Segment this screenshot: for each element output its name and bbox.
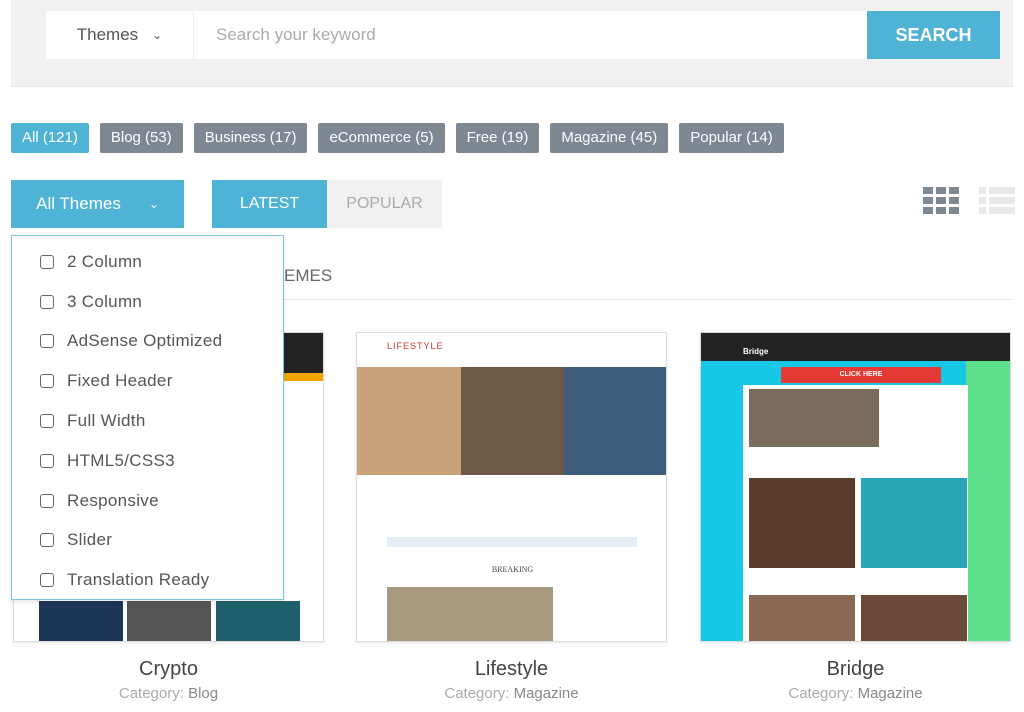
checkbox[interactable] [40,374,54,389]
category-tags: All (121) Blog (53) Business (17) eComme… [11,123,784,153]
checkbox[interactable] [40,453,54,468]
option-full-width[interactable]: Full Width [12,401,283,441]
feature-filter-menu: 2 Column 3 Column AdSense Optimized Fixe… [11,235,284,600]
search-input[interactable] [194,11,867,59]
theme-category: Category: Blog [118,685,219,702]
scope-label: Themes [76,25,139,44]
sort-popular[interactable]: POPULAR [327,180,442,228]
option-2-column[interactable]: 2 Column [12,242,283,282]
option-3-column[interactable]: 3 Column [12,282,283,322]
theme-category: Category: Magazine [444,685,579,702]
search-panel: Themes ⌄ SEARCH [11,0,1013,87]
checkbox[interactable] [40,533,54,548]
thumb-logo: Bridge [743,347,769,356]
category-ecommerce[interactable]: eCommerce (5) [318,123,445,153]
category-free[interactable]: Free (19) [455,123,540,153]
sort-toggle: LATEST POPULAR [212,180,442,228]
filter-label: All Themes [36,194,121,213]
checkbox[interactable] [40,493,54,508]
search-bar: Themes ⌄ SEARCH [46,11,1000,59]
thumb-button: CLICK HERE [781,367,941,383]
category-popular[interactable]: Popular (14) [679,123,784,153]
divider [284,299,1013,300]
theme-title[interactable]: Lifestyle [356,658,667,681]
option-adsense-optimized[interactable]: AdSense Optimized [12,322,283,362]
category-all[interactable]: All (121) [11,123,89,153]
checkbox[interactable] [40,573,54,588]
option-translation-ready[interactable]: Translation Ready [12,560,283,600]
option-responsive[interactable]: Responsive [12,481,283,521]
search-button[interactable]: SEARCH [867,11,1000,59]
thumb-logo: LIFESTYLE [387,341,444,351]
theme-card-bridge[interactable]: Bridge CLICK HERE [700,332,1011,642]
theme-title[interactable]: Bridge [700,658,1011,681]
grid-view-icon[interactable] [923,187,959,214]
all-themes-dropdown[interactable]: All Themes ⌄ [11,180,184,228]
checkbox[interactable] [40,254,54,269]
section-heading: EMES [284,266,333,285]
category-blog[interactable]: Blog (53) [99,123,183,153]
checkbox[interactable] [40,294,54,309]
chevron-down-icon: ⌄ [148,197,159,211]
option-html5-css3[interactable]: HTML5/CSS3 [12,441,283,481]
search-scope-select[interactable]: Themes ⌄ [46,11,194,59]
theme-card-lifestyle[interactable]: LIFESTYLE BREAKING [356,332,667,642]
checkbox[interactable] [40,414,54,429]
option-slider[interactable]: Slider [12,521,283,561]
option-fixed-header[interactable]: Fixed Header [12,361,283,401]
list-view-icon[interactable] [979,187,1015,214]
chevron-down-icon: ⌄ [152,28,163,42]
theme-title[interactable]: Crypto [13,658,324,681]
thumb-text: BREAKING [491,565,534,574]
category-magazine[interactable]: Magazine (45) [550,123,669,153]
checkbox[interactable] [40,334,54,349]
sort-latest[interactable]: LATEST [212,180,327,228]
theme-category: Category: Magazine [788,685,923,702]
category-business[interactable]: Business (17) [193,123,308,153]
